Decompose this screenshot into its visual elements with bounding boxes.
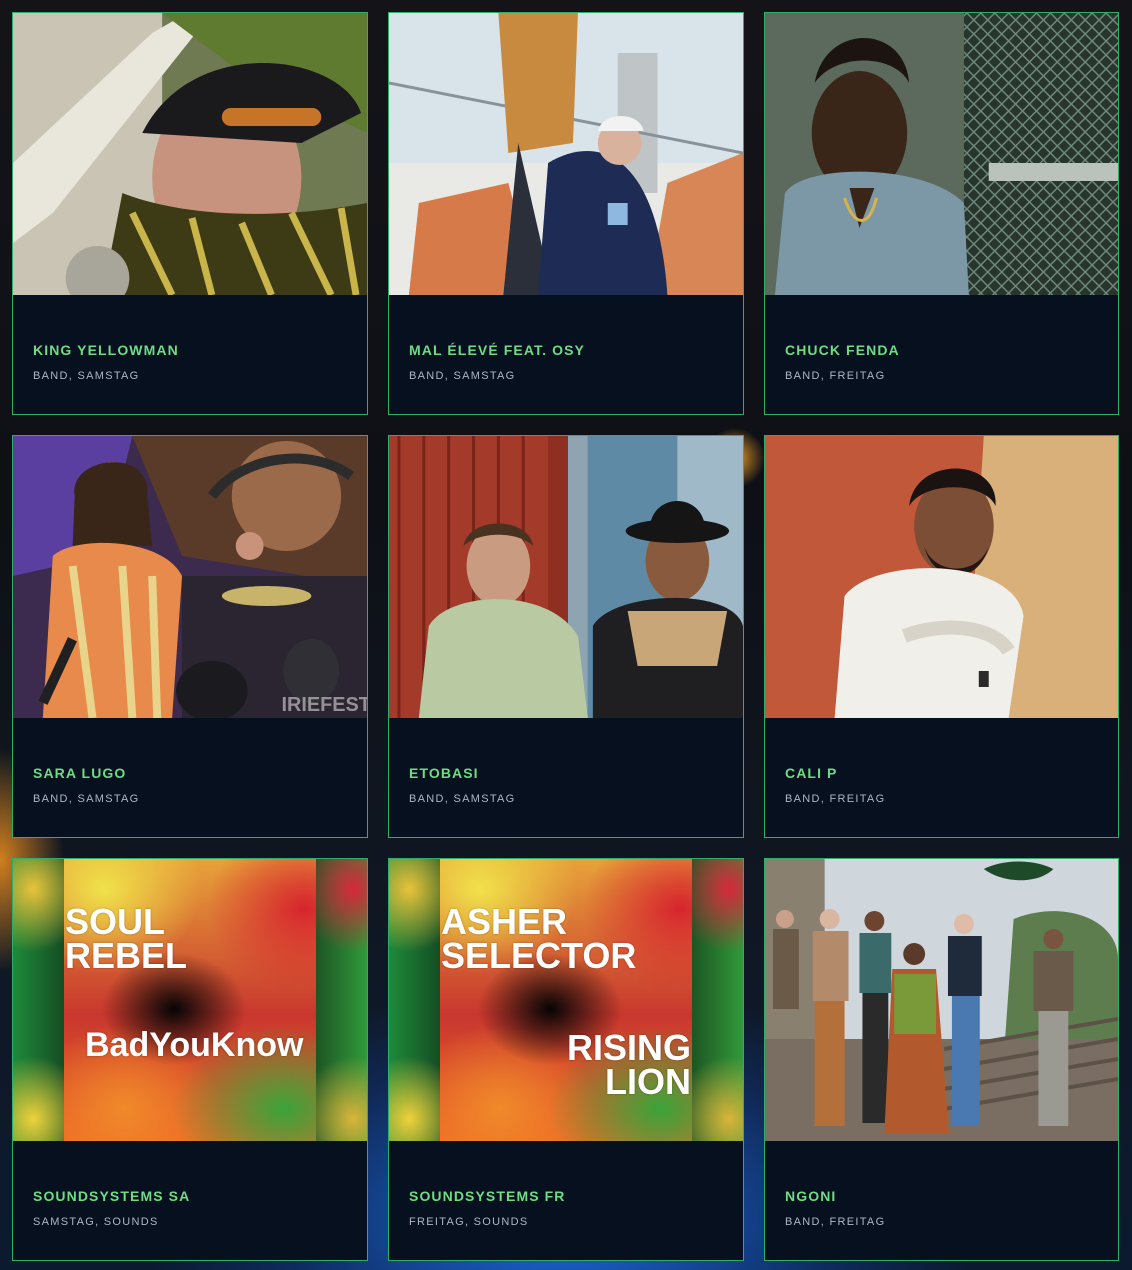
artist-card-ngoni[interactable]: NGONI BAND, FREITAG	[764, 858, 1119, 1261]
artist-photo[interactable]	[765, 13, 1118, 295]
artist-photo[interactable]	[765, 436, 1118, 718]
artist-meta: BAND, FREITAG	[785, 793, 886, 805]
artist-info: NGONI BAND, FREITAG	[765, 1141, 1118, 1260]
poster-title-bottom: RISING LION	[566, 1027, 691, 1103]
watermark-text: IRIEFEST	[281, 694, 367, 716]
artist-meta: SAMSTAG, SOUNDS	[33, 1216, 159, 1228]
artist-name[interactable]: NGONI	[785, 1188, 1098, 1204]
poster-title-top: SOUL REBEL	[65, 901, 188, 977]
artist-meta: FREITAG, SOUNDS	[409, 1216, 529, 1228]
artist-meta: BAND, SAMSTAG	[33, 370, 140, 382]
poster-line: REBEL	[65, 935, 188, 977]
artist-info: CALI P BAND, FREITAG	[765, 718, 1118, 837]
artist-poster[interactable]: ASHER SELECTOR RISING LION	[389, 859, 743, 1141]
artist-name[interactable]: CHUCK FENDA	[785, 342, 1098, 358]
poster-title-top: ASHER SELECTOR	[441, 901, 637, 977]
artist-name[interactable]: ETOBASI	[409, 765, 723, 781]
artist-photo[interactable]: IRIEFEST	[13, 436, 367, 718]
artist-card-cali-p[interactable]: CALI P BAND, FREITAG	[764, 435, 1119, 838]
artist-info: SOUNDSYSTEMS SA SAMSTAG, SOUNDS	[13, 1141, 367, 1260]
artist-meta: BAND, FREITAG	[785, 370, 886, 382]
artist-info: MAL ÉLEVÉ FEAT. OSY BAND, SAMSTAG	[389, 295, 743, 414]
artist-poster[interactable]: SOUL REBEL BadYouKnow	[13, 859, 367, 1141]
artist-meta: BAND, FREITAG	[785, 1216, 886, 1228]
artist-info: SARA LUGO BAND, SAMSTAG	[13, 718, 367, 837]
poster-line: SOUL	[65, 901, 166, 942]
artist-meta: BAND, SAMSTAG	[33, 793, 140, 805]
artist-card-king-yellowman[interactable]: KING YELLOWMAN BAND, SAMSTAG	[12, 12, 368, 415]
artist-card-sara-lugo[interactable]: IRIEFEST SARA LUGO BAND, SAMSTAG	[12, 435, 368, 838]
artist-name[interactable]: KING YELLOWMAN	[33, 342, 347, 358]
poster-line: RISING	[566, 1027, 691, 1068]
artist-grid: KING YELLOWMAN BAND, SAMSTAG MAL ÉLEVÉ F…	[12, 12, 1119, 1261]
poster-line: LION	[605, 1061, 691, 1103]
poster-line: ASHER	[441, 901, 568, 942]
artist-photo[interactable]	[765, 859, 1118, 1141]
artist-name[interactable]: CALI P	[785, 765, 1098, 781]
artist-info: ETOBASI BAND, SAMSTAG	[389, 718, 743, 837]
artist-card-etobasi[interactable]: ETOBASI BAND, SAMSTAG	[388, 435, 744, 838]
artist-meta: BAND, SAMSTAG	[409, 370, 516, 382]
poster-title-bottom: BadYouKnow	[85, 1026, 304, 1064]
artist-info: SOUNDSYSTEMS FR FREITAG, SOUNDS	[389, 1141, 743, 1260]
artist-name[interactable]: MAL ÉLEVÉ FEAT. OSY	[409, 342, 723, 358]
artist-photo[interactable]	[389, 436, 743, 718]
artist-card-mal-eleve[interactable]: MAL ÉLEVÉ FEAT. OSY BAND, SAMSTAG	[388, 12, 744, 415]
artist-photo[interactable]	[389, 13, 743, 295]
artist-name[interactable]: SOUNDSYSTEMS FR	[409, 1188, 723, 1204]
artist-info: CHUCK FENDA BAND, FREITAG	[765, 295, 1118, 414]
artist-photo[interactable]	[13, 13, 367, 295]
artist-name[interactable]: SOUNDSYSTEMS SA	[33, 1188, 347, 1204]
artist-name[interactable]: SARA LUGO	[33, 765, 347, 781]
artist-card-soundsystems-sa[interactable]: SOUL REBEL BadYouKnow SOUNDSYSTEMS SA SA…	[12, 858, 368, 1261]
artist-meta: BAND, SAMSTAG	[409, 793, 516, 805]
artist-card-chuck-fenda[interactable]: CHUCK FENDA BAND, FREITAG	[764, 12, 1119, 415]
artist-card-soundsystems-fr[interactable]: ASHER SELECTOR RISING LION SOUNDSYSTEMS …	[388, 858, 744, 1261]
poster-line: SELECTOR	[441, 935, 637, 977]
artist-info: KING YELLOWMAN BAND, SAMSTAG	[13, 295, 367, 414]
